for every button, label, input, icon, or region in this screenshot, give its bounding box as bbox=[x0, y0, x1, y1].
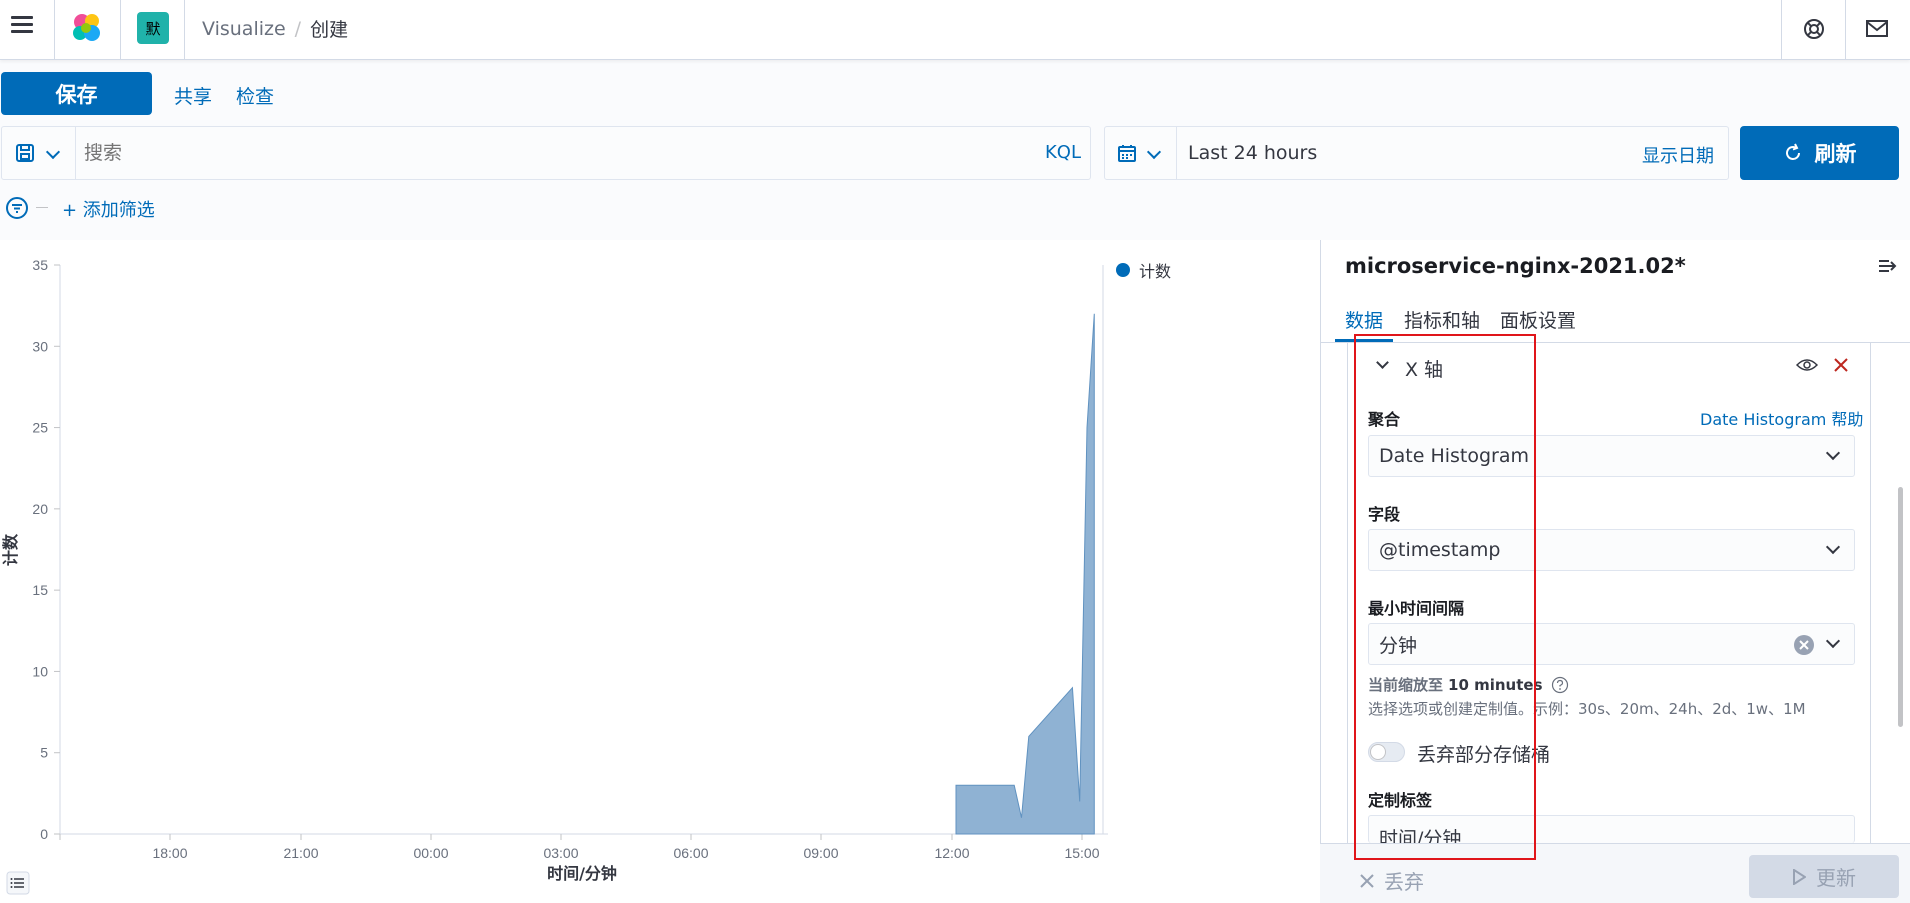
discard-button[interactable]: 丢弃 bbox=[1360, 866, 1424, 895]
area-series-计数 bbox=[955, 313, 1095, 835]
filter-options-icon[interactable] bbox=[5, 196, 29, 220]
legend-toggle-icon[interactable] bbox=[6, 871, 30, 895]
y-axis: 0 5 10 15 20 25 30 35 bbox=[32, 257, 61, 842]
collapse-sidebar-icon[interactable] bbox=[1877, 257, 1899, 275]
menu-icon[interactable] bbox=[11, 12, 35, 36]
date-picker: Last 24 hours 显示日期 bbox=[1104, 126, 1729, 180]
chevron-down-icon bbox=[1825, 633, 1841, 649]
show-dates-link[interactable]: 显示日期 bbox=[1642, 142, 1714, 168]
discard-label: 丢弃 bbox=[1384, 870, 1424, 894]
x-tick-label: 00:00 bbox=[413, 845, 448, 861]
save-button[interactable]: 保存 bbox=[1, 72, 152, 115]
elastic-logo-icon[interactable] bbox=[70, 12, 104, 44]
space-initial: 默 bbox=[145, 19, 161, 38]
breadcrumb-visualize[interactable]: Visualize bbox=[202, 18, 286, 40]
visualization-panel: 0 5 10 15 20 25 30 35 18:00 21:00 00:00 03:00 06:00… bbox=[0, 240, 1331, 903]
inspect-link[interactable]: 检查 bbox=[236, 82, 274, 109]
aggregation-help-link[interactable]: Date Histogram 帮助 bbox=[1700, 406, 1863, 430]
x-axis-title: 时间/分钟 bbox=[547, 864, 617, 883]
share-link[interactable]: 共享 bbox=[174, 82, 212, 109]
chevron-down-icon bbox=[1146, 144, 1162, 160]
legend: 计数 bbox=[1116, 258, 1171, 282]
header-divider bbox=[1781, 0, 1782, 60]
refresh-button-label: 刷新 bbox=[1814, 142, 1857, 166]
quick-menu-button[interactable] bbox=[1105, 127, 1177, 179]
x-tick-label: 15:00 bbox=[1064, 845, 1099, 861]
close-icon bbox=[1360, 873, 1374, 888]
area-chart: 0 5 10 15 20 25 30 35 18:00 21:00 00:00 03:00 06:00… bbox=[1, 257, 1108, 883]
time-range-text[interactable]: Last 24 hours bbox=[1188, 142, 1317, 164]
tab-data[interactable]: 数据 bbox=[1345, 306, 1383, 333]
x-tick-label: 21:00 bbox=[283, 845, 318, 861]
save-button-label: 保存 bbox=[55, 82, 98, 107]
clear-icon[interactable] bbox=[1793, 634, 1815, 656]
x-tick-label: 06:00 bbox=[673, 845, 708, 861]
x-axis: 18:00 21:00 00:00 03:00 06:00 09:00 12:00 15:00 bbox=[59, 265, 1108, 861]
header-divider bbox=[54, 0, 55, 60]
y-tick-label: 30 bbox=[32, 338, 48, 354]
refresh-button[interactable]: 刷新 bbox=[1740, 126, 1899, 180]
x-tick-label: 09:00 bbox=[803, 845, 838, 861]
y-tick-label: 25 bbox=[32, 420, 48, 436]
sidebar-scrollbar[interactable] bbox=[1898, 487, 1903, 727]
search-bar: KQL bbox=[1, 126, 1091, 180]
legend-swatch[interactable] bbox=[1116, 263, 1130, 277]
index-pattern-title: microservice-nginx-2021.02* bbox=[1345, 254, 1686, 278]
tab-panel-settings[interactable]: 面板设置 bbox=[1500, 306, 1576, 333]
x-tick-label: 18:00 bbox=[152, 845, 187, 861]
y-axis-title: 计数 bbox=[1, 533, 20, 566]
close-icon[interactable] bbox=[1834, 358, 1848, 372]
x-tick-label: 03:00 bbox=[543, 845, 578, 861]
save-query-icon bbox=[16, 144, 34, 162]
breadcrumb: Visualize / 创建 bbox=[202, 15, 348, 42]
plot-area bbox=[955, 313, 1095, 835]
chevron-down-icon bbox=[45, 144, 61, 160]
y-tick-label: 15 bbox=[32, 582, 48, 598]
search-input[interactable] bbox=[84, 137, 1004, 169]
header-divider bbox=[1845, 0, 1846, 60]
saved-query-button[interactable] bbox=[2, 127, 76, 179]
mail-icon[interactable] bbox=[1866, 19, 1888, 39]
legend-item-label[interactable]: 计数 bbox=[1139, 258, 1171, 282]
y-tick-label: 0 bbox=[40, 826, 48, 842]
question-icon[interactable] bbox=[1551, 676, 1569, 694]
header-divider bbox=[184, 0, 185, 60]
filter-divider bbox=[36, 207, 48, 208]
play-icon bbox=[1793, 868, 1806, 885]
update-label: 更新 bbox=[1816, 866, 1856, 890]
chevron-down-icon bbox=[1825, 445, 1841, 461]
tab-metrics-axes[interactable]: 指标和轴 bbox=[1404, 306, 1480, 333]
x-tick-label: 12:00 bbox=[934, 845, 969, 861]
update-button[interactable]: 更新 bbox=[1749, 855, 1899, 898]
refresh-icon bbox=[1785, 143, 1800, 160]
add-filter-button[interactable]: + 添加筛选 bbox=[62, 196, 155, 222]
breadcrumb-create: 创建 bbox=[310, 19, 349, 41]
header-divider bbox=[120, 0, 121, 60]
y-tick-label: 20 bbox=[32, 501, 48, 517]
eye-icon[interactable] bbox=[1796, 357, 1818, 373]
global-header: 默 Visualize / 创建 bbox=[0, 0, 1910, 60]
breadcrumb-separator: / bbox=[294, 17, 302, 40]
annotation-highlight-box bbox=[1354, 334, 1536, 860]
space-avatar[interactable]: 默 bbox=[137, 12, 169, 44]
y-tick-label: 10 bbox=[32, 663, 48, 679]
kql-toggle[interactable]: KQL bbox=[1045, 142, 1081, 163]
help-icon[interactable] bbox=[1802, 17, 1826, 41]
chevron-down-icon bbox=[1825, 539, 1841, 555]
y-tick-label: 5 bbox=[40, 745, 48, 761]
y-tick-label: 35 bbox=[32, 257, 48, 273]
calendar-icon bbox=[1118, 145, 1136, 162]
